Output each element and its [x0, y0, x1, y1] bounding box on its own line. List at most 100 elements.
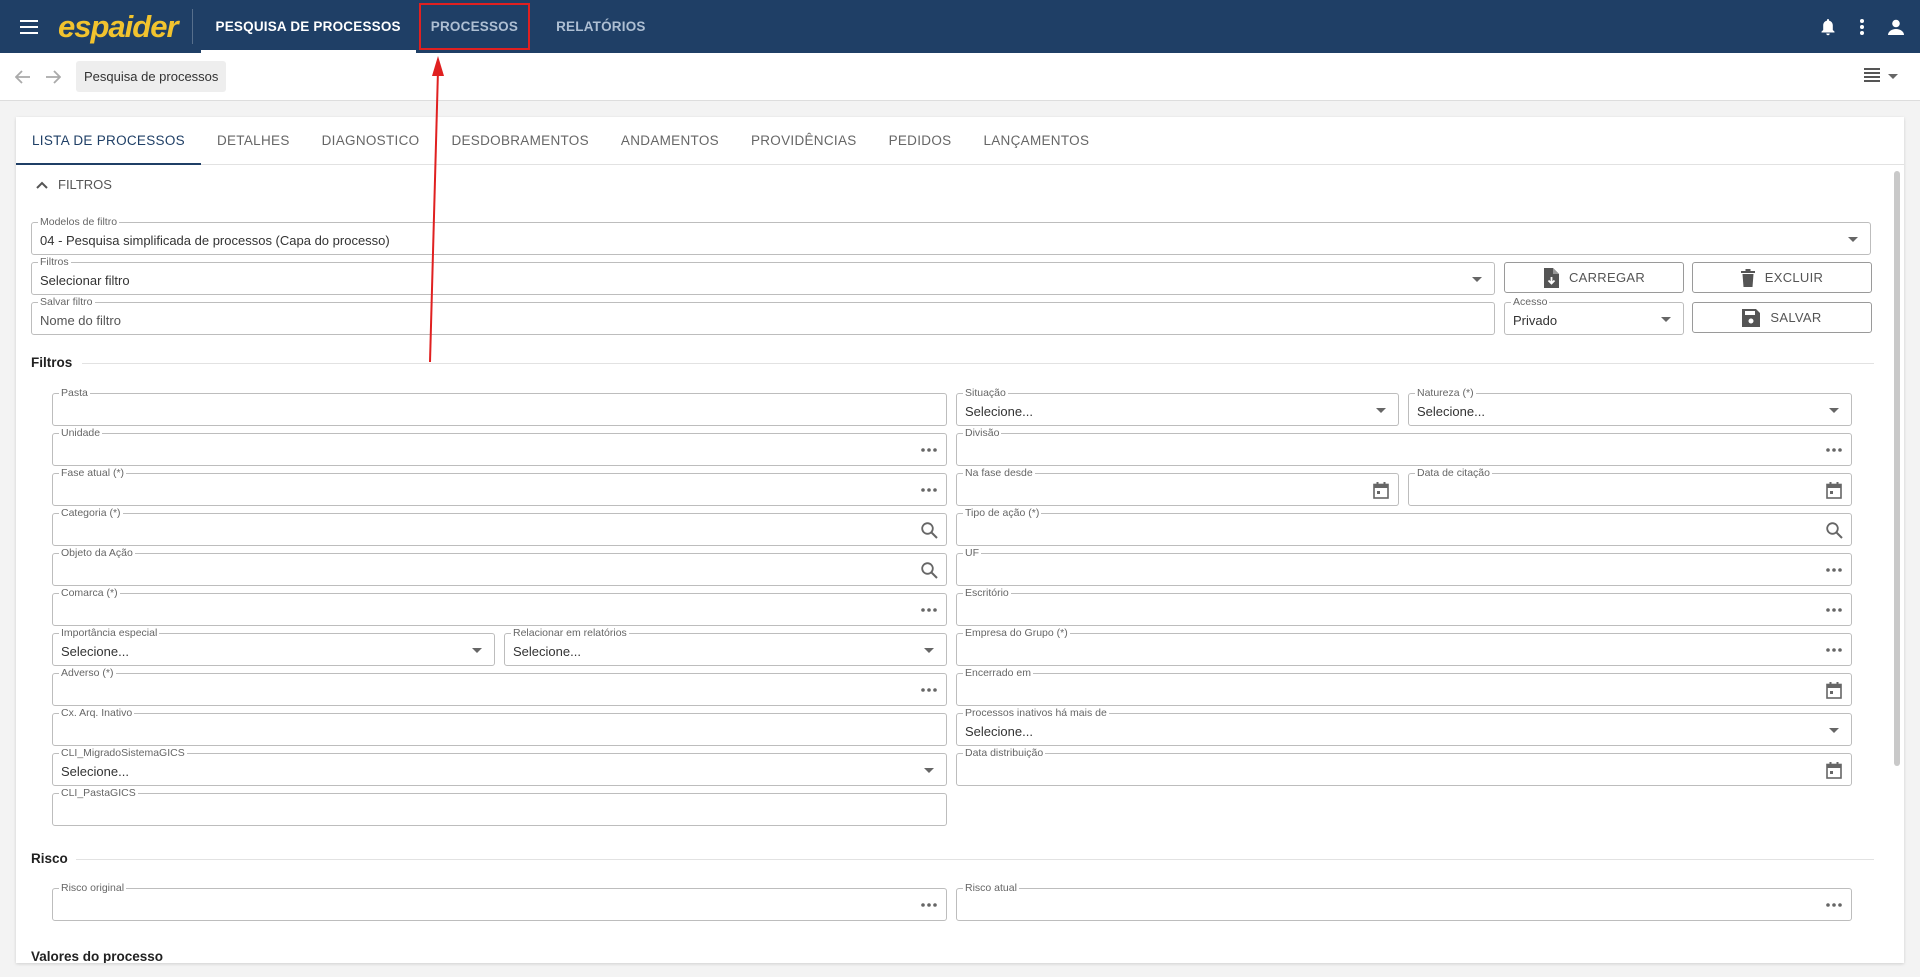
relacionar-select[interactable]: Relacionar em relatórios Selecione... — [504, 627, 947, 666]
field-label: Adverso (*) — [59, 667, 116, 679]
nav-relatorios[interactable]: RELATÓRIOS — [541, 0, 661, 53]
section-divider — [76, 859, 1874, 860]
logo-divider — [191, 9, 193, 44]
pasta-input[interactable]: Pasta — [52, 387, 947, 426]
more-horiz-icon[interactable] — [920, 442, 938, 458]
back-arrow-icon[interactable] — [10, 64, 36, 90]
more-horiz-icon[interactable] — [920, 897, 938, 913]
save-filter-button[interactable]: SALVAR — [1692, 302, 1872, 333]
more-horiz-icon[interactable] — [920, 482, 938, 498]
tab-providencias[interactable]: PROVIDÊNCIAS — [735, 117, 873, 164]
categoria-input[interactable]: Categoria (*) — [52, 507, 947, 546]
user-icon[interactable] — [1886, 17, 1906, 37]
adverso-input[interactable]: Adverso (*) — [52, 667, 947, 706]
field-label: Natureza (*) — [1415, 387, 1476, 399]
divisao-input[interactable]: Divisão — [956, 427, 1852, 466]
scrollbar[interactable] — [1894, 171, 1900, 766]
calendar-icon[interactable] — [1825, 761, 1843, 779]
field-value: Selecionar filtro — [40, 273, 130, 288]
tab-diagnostico[interactable]: DIAGNOSTICO — [306, 117, 436, 164]
situacao-select[interactable]: Situação Selecione... — [956, 387, 1399, 426]
field-label: Relacionar em relatórios — [511, 627, 629, 639]
more-horiz-icon[interactable] — [1825, 897, 1843, 913]
calendar-icon[interactable] — [1372, 481, 1390, 499]
more-horiz-icon[interactable] — [1825, 562, 1843, 578]
tab-andamentos[interactable]: ANDAMENTOS — [605, 117, 735, 164]
nav-pesquisa-processos[interactable]: PESQUISA DE PROCESSOS — [200, 0, 417, 53]
more-horiz-icon[interactable] — [1825, 442, 1843, 458]
more-horiz-icon[interactable] — [1825, 642, 1843, 658]
more-horiz-icon[interactable] — [920, 682, 938, 698]
empresa-grupo-input[interactable]: Empresa do Grupo (*) — [956, 627, 1852, 666]
field-label: Salvar filtro — [38, 296, 95, 308]
risco-original-input[interactable]: Risco original — [52, 882, 947, 921]
tipo-acao-input[interactable]: Tipo de ação (*) — [956, 507, 1852, 546]
search-icon[interactable] — [1825, 521, 1843, 539]
section-title-filtros: Filtros — [31, 355, 73, 370]
section-title-valores: Valores do processo — [31, 949, 164, 963]
tab-desdobramentos[interactable]: DESDOBRAMENTOS — [435, 117, 604, 164]
data-distribuicao-input[interactable]: Data distribuição — [956, 747, 1852, 786]
field-value: Privado — [1513, 313, 1558, 328]
encerrado-em-input[interactable]: Encerrado em — [956, 667, 1852, 706]
field-label: Importância especial — [59, 627, 160, 639]
field-label: Cx. Arq. Inativo — [59, 707, 135, 719]
forward-arrow-icon[interactable] — [40, 64, 66, 90]
natureza-select[interactable]: Natureza (*) Selecione... — [1408, 387, 1852, 426]
calendar-icon[interactable] — [1825, 681, 1843, 699]
tab-pedidos[interactable]: PEDIDOS — [873, 117, 968, 164]
bell-icon[interactable] — [1818, 17, 1838, 37]
uf-input[interactable]: UF — [956, 547, 1852, 586]
calendar-icon[interactable] — [1825, 481, 1843, 499]
section-title-risco: Risco — [31, 851, 68, 866]
field-label: Divisão — [963, 427, 1002, 439]
tab-lista-processos[interactable]: LISTA DE PROCESSOS — [16, 117, 201, 165]
save-filter-label: SALVAR — [1770, 310, 1822, 325]
chevron-down-icon — [1372, 402, 1390, 418]
field-label: Objeto da Ação — [59, 547, 135, 559]
cli-migrado-select[interactable]: CLI_MigradoSistemaGICS Selecione... — [52, 747, 947, 786]
na-fase-desde-input[interactable]: Na fase desde — [956, 467, 1399, 506]
menu-icon[interactable] — [0, 0, 58, 53]
nav-processos[interactable]: PROCESSOS — [418, 2, 531, 51]
save-filter-name-input[interactable]: Salvar filtro Nome do filtro — [31, 296, 1495, 335]
more-horiz-icon[interactable] — [1825, 602, 1843, 618]
access-select[interactable]: Acesso Privado — [1504, 296, 1684, 335]
field-value: 04 - Pesquisa simplificada de processos … — [40, 233, 390, 248]
chevron-down-icon — [1888, 74, 1898, 79]
filters-toggle[interactable]: FILTROS — [36, 177, 112, 192]
filter-model-select[interactable]: Modelos de filtro 04 - Pesquisa simplifi… — [31, 216, 1871, 255]
field-label: CLI_PastaGICS — [59, 787, 138, 799]
field-value: Selecione... — [965, 724, 1033, 739]
cx-arq-inativo-input[interactable]: Cx. Arq. Inativo — [52, 707, 947, 746]
view-menu-button[interactable] — [1864, 68, 1898, 85]
breadcrumb-bar: Pesquisa de processos — [0, 53, 1920, 101]
inativos-select[interactable]: Processos inativos há mais de Selecione.… — [956, 707, 1852, 746]
delete-filter-button[interactable]: EXCLUIR — [1692, 262, 1872, 293]
saved-filter-select[interactable]: Filtros Selecionar filtro — [31, 256, 1495, 295]
breadcrumb[interactable]: Pesquisa de processos — [76, 61, 227, 92]
tab-lancamentos[interactable]: LANÇAMENTOS — [967, 117, 1105, 164]
field-label: Tipo de ação (*) — [963, 507, 1042, 519]
field-label: CLI_MigradoSistemaGICS — [59, 747, 187, 759]
objeto-acao-input[interactable]: Objeto da Ação — [52, 547, 947, 586]
cli-pasta-input[interactable]: CLI_PastaGICS — [52, 787, 947, 826]
fase-atual-input[interactable]: Fase atual (*) — [52, 467, 947, 506]
chevron-down-icon — [1825, 402, 1843, 418]
more-horiz-icon[interactable] — [920, 602, 938, 618]
more-vert-icon[interactable] — [1852, 17, 1872, 37]
search-icon[interactable] — [920, 561, 938, 579]
data-citacao-input[interactable]: Data de citação — [1408, 467, 1852, 506]
search-icon[interactable] — [920, 521, 938, 539]
field-label: Fase atual (*) — [59, 467, 127, 479]
load-filter-button[interactable]: CARREGAR — [1504, 262, 1684, 293]
risco-atual-input[interactable]: Risco atual — [956, 882, 1852, 921]
tab-detalhes[interactable]: DETALHES — [201, 117, 306, 164]
unidade-input[interactable]: Unidade — [52, 427, 947, 466]
escritorio-input[interactable]: Escritório — [956, 587, 1852, 626]
field-value: Selecione... — [965, 404, 1033, 419]
field-label: Empresa do Grupo (*) — [963, 627, 1070, 639]
importancia-select[interactable]: Importância especial Selecione... — [52, 627, 495, 666]
field-label: Categoria (*) — [59, 507, 123, 519]
comarca-input[interactable]: Comarca (*) — [52, 587, 947, 626]
